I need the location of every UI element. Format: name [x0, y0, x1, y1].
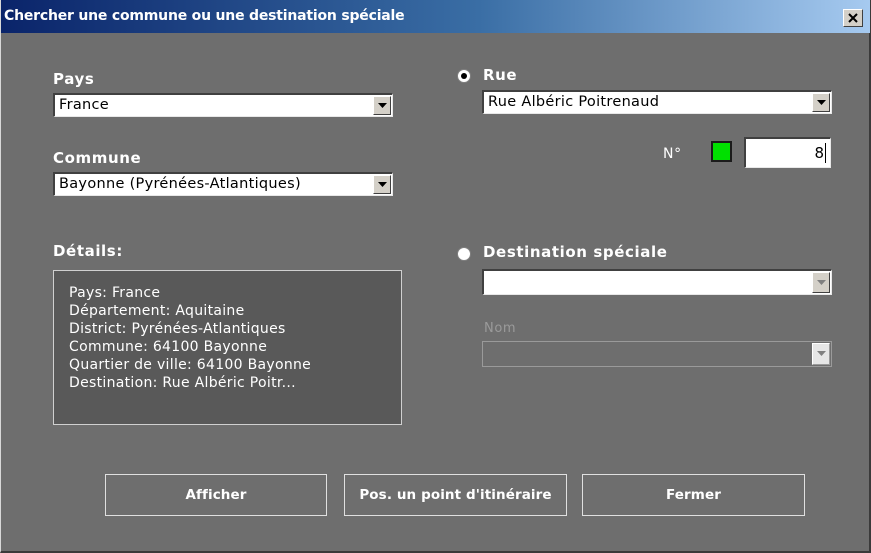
special-destination-select[interactable]: [482, 269, 832, 295]
chevron-down-icon: [816, 279, 826, 285]
country-label: Pays: [53, 70, 95, 88]
city-dropdown-button[interactable]: [373, 175, 391, 194]
street-label: Rue: [483, 66, 518, 84]
show-button[interactable]: Afficher: [105, 474, 327, 516]
details-label: Détails:: [53, 242, 123, 260]
city-select[interactable]: Bayonne (Pyrénées-Atlantiques): [53, 172, 393, 196]
street-dropdown-button[interactable]: [812, 93, 830, 112]
house-number-value: 8: [814, 144, 824, 162]
details-line: Destination: Rue Albéric Poitr...: [69, 375, 296, 391]
details-line: District: Pyrénées-Atlantiques: [69, 321, 286, 337]
details-line: Pays: France: [69, 285, 161, 301]
details-line: Département: Aquitaine: [69, 303, 245, 319]
house-number-input[interactable]: 8: [744, 137, 831, 168]
special-destination-radio[interactable]: [457, 247, 471, 261]
street-select[interactable]: Rue Albéric Poitrenaud: [482, 90, 832, 114]
close-window-button[interactable]: [843, 9, 863, 27]
close-icon: [848, 13, 858, 23]
details-line: Quartier de ville: 64100 Bayonne: [69, 357, 312, 373]
city-label: Commune: [53, 149, 142, 167]
details-panel: Pays: France Département: Aquitaine Dist…: [53, 270, 402, 425]
special-destination-dropdown-button[interactable]: [812, 272, 830, 293]
name-label: Nom: [484, 321, 517, 336]
chevron-down-icon: [377, 181, 387, 187]
set-waypoint-button[interactable]: Pos. un point d'itinéraire: [344, 474, 567, 516]
search-dialog: Chercher une commune ou une destination …: [0, 0, 871, 553]
name-select[interactable]: [482, 341, 832, 367]
title-bar[interactable]: Chercher une commune ou une destination …: [1, 0, 870, 33]
country-select[interactable]: France: [53, 93, 393, 117]
details-line: Commune: 64100 Bayonne: [69, 339, 268, 355]
chevron-down-icon: [377, 102, 387, 108]
street-radio[interactable]: [457, 69, 471, 83]
text-caret: [825, 143, 826, 163]
country-value: France: [59, 97, 110, 113]
close-button[interactable]: Fermer: [582, 474, 805, 516]
city-value: Bayonne (Pyrénées-Atlantiques): [59, 176, 301, 192]
street-value: Rue Albéric Poitrenaud: [488, 94, 660, 110]
window-title: Chercher une commune ou une destination …: [4, 8, 405, 24]
chevron-down-icon: [816, 351, 826, 356]
status-indicator: [711, 141, 732, 162]
chevron-down-icon: [816, 99, 826, 105]
name-dropdown-button[interactable]: [812, 343, 830, 365]
country-dropdown-button[interactable]: [373, 96, 391, 115]
number-label: N°: [663, 146, 682, 162]
special-destination-label: Destination spéciale: [483, 243, 668, 261]
